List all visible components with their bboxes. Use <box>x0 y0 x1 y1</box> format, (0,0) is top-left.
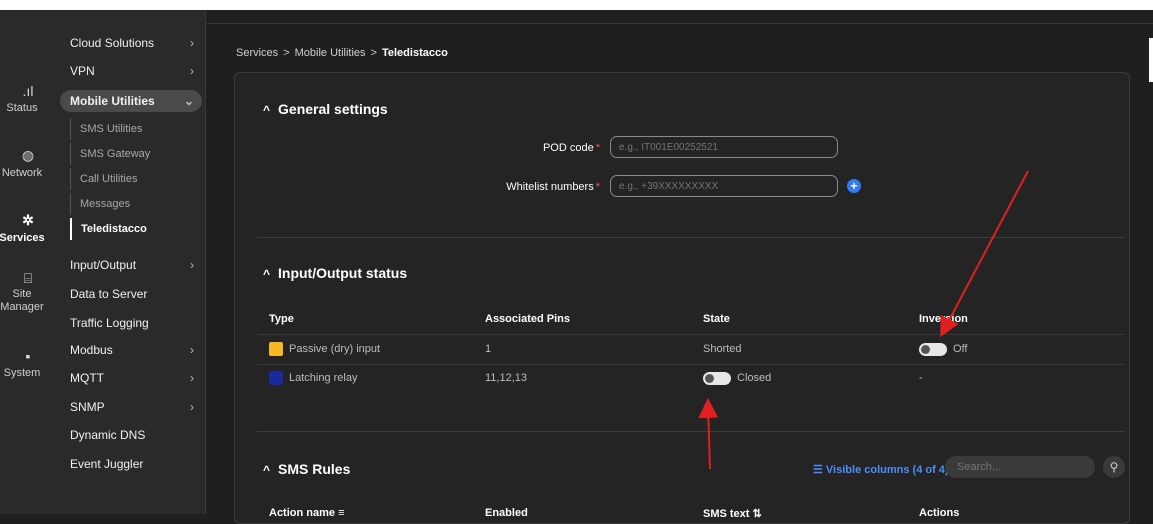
io-row-pins: 11,12,13 <box>485 372 528 384</box>
inversion-value: Off <box>953 343 968 355</box>
rail-network[interactable]: ◍ Network <box>0 147 56 179</box>
system-icon: ▪ <box>25 348 31 364</box>
sidebar-item-modbus[interactable]: Modbus › <box>60 339 202 361</box>
io-header-pins: Associated Pins <box>485 313 570 325</box>
io-row-type: Passive (dry) input <box>289 343 381 355</box>
visible-columns-button[interactable]: ☰ Visible columns (4 of 4) <box>813 463 949 476</box>
breadcrumb-mobile-utilities[interactable]: Mobile Utilities <box>295 47 366 59</box>
main-content: Services > Mobile Utilities > Teledistacco ^… <box>206 10 1153 524</box>
sidebar-sub-messages[interactable]: Messages <box>70 193 130 215</box>
toggle-knob <box>705 374 714 383</box>
sidebar-item-traffic-logging[interactable]: Traffic Logging <box>60 312 202 334</box>
io-header-inversion: Inversion <box>919 313 968 325</box>
sidebar-item-mobile-utilities[interactable]: Mobile Utilities ⌄ <box>60 90 202 112</box>
io-row-pins: 1 <box>485 343 492 355</box>
chevron-right-icon: › <box>190 343 194 357</box>
relay-state-value: Closed <box>737 372 772 384</box>
gear-icon: ✲ <box>22 212 34 228</box>
right-edge-bar <box>1149 38 1153 82</box>
inversion-toggle[interactable] <box>919 343 947 356</box>
sms-header-actions: Actions <box>919 507 960 519</box>
top-bar <box>206 10 1153 24</box>
sms-rules-header[interactable]: ^ SMS Rules <box>263 461 350 477</box>
relay-state-toggle[interactable] <box>703 372 731 385</box>
chevron-right-icon: › <box>190 64 194 78</box>
signal-icon: .ıl <box>22 83 34 99</box>
content-panel: ^General settings POD code* Whitelist nu… <box>234 72 1130 524</box>
sidebar-sub-call-utilities[interactable]: Call Utilities <box>70 168 137 190</box>
sidebar-item-input-output[interactable]: Input/Output › <box>60 254 202 276</box>
sidebar-item-cloud-solutions[interactable]: Cloud Solutions › <box>60 32 202 54</box>
sidebar-sub-sms-utilities[interactable]: SMS Utilities <box>70 118 142 140</box>
rail-system[interactable]: ▪ System <box>0 348 56 379</box>
chevron-right-icon: › <box>190 258 194 272</box>
chevron-right-icon: › <box>190 371 194 385</box>
sidebar-item-mqtt[interactable]: MQTT › <box>60 367 202 389</box>
pod-code-label: POD code * <box>542 142 600 154</box>
rail-services[interactable]: ✲ Services <box>0 212 56 244</box>
caret-up-icon: ^ <box>263 103 271 117</box>
passive-input-swatch <box>269 342 283 356</box>
columns-icon: ☰ <box>813 464 826 476</box>
sidebar-item-vpn[interactable]: VPN › <box>60 60 202 82</box>
table-divider <box>257 334 1125 335</box>
sidebar-item-snmp[interactable]: SNMP › <box>60 396 202 418</box>
top-strip <box>0 0 1153 10</box>
io-header-state: State <box>703 313 730 325</box>
add-whitelist-button[interactable]: + <box>847 179 861 193</box>
io-header-type: Type <box>269 313 294 325</box>
globe-icon: ◍ <box>21 147 35 163</box>
whitelist-numbers-label: Whitelist numbers * <box>506 181 600 193</box>
io-row-state: Shorted <box>703 343 742 355</box>
sidebar: Cloud Solutions › VPN › Mobile Utilities… <box>56 10 206 514</box>
chevron-right-icon: › <box>190 36 194 50</box>
sort-icon: ⇅ <box>752 508 762 520</box>
table-divider <box>257 364 1125 365</box>
icon-rail: .ıl Status ◍ Network ✲ Services ⌸ Site M… <box>0 10 56 514</box>
general-settings-header[interactable]: ^ General settings <box>263 101 388 117</box>
filter-icon: ≡ <box>338 507 345 519</box>
inversion-value: - <box>919 372 923 384</box>
search-icon: ⚲ <box>1109 460 1119 474</box>
caret-up-icon: ^ <box>263 463 271 477</box>
section-divider <box>257 237 1125 238</box>
whitelist-numbers-input[interactable] <box>610 175 838 197</box>
chevron-right-icon: › <box>190 400 194 414</box>
rail-status[interactable]: .ıl Status <box>0 83 56 114</box>
sidebar-sub-sms-gateway[interactable]: SMS Gateway <box>70 143 150 165</box>
sms-header-enabled: Enabled <box>485 507 528 519</box>
search-input[interactable] <box>945 456 1095 478</box>
io-row-type: Latching relay <box>289 372 358 384</box>
caret-up-icon: ^ <box>263 267 271 281</box>
sidebar-item-dynamic-dns[interactable]: Dynamic DNS <box>60 424 202 446</box>
toggle-knob <box>921 345 930 354</box>
breadcrumb-current: Teledistacco <box>381 47 448 59</box>
latching-relay-swatch <box>269 371 283 385</box>
sidebar-item-event-juggler[interactable]: Event Juggler <box>60 453 202 475</box>
sms-header-action-name[interactable]: Action name ≡ <box>269 507 345 519</box>
section-divider <box>257 431 1125 432</box>
network-device-icon: ⌸ <box>23 270 33 286</box>
breadcrumb-services[interactable]: Services <box>236 47 278 59</box>
io-status-header[interactable]: ^ Input/Output status <box>263 265 407 281</box>
chevron-down-icon: ⌄ <box>183 94 194 108</box>
breadcrumb: Services > Mobile Utilities > Teledistacco <box>236 47 448 59</box>
rail-site-manager[interactable]: ⌸ Site Manager <box>0 270 56 314</box>
sidebar-sub-teledistacco[interactable]: Teledistacco <box>70 218 147 240</box>
pod-code-input[interactable] <box>610 136 838 158</box>
search-button[interactable]: ⚲ <box>1103 456 1125 478</box>
sidebar-item-data-to-server[interactable]: Data to Server <box>60 283 202 305</box>
